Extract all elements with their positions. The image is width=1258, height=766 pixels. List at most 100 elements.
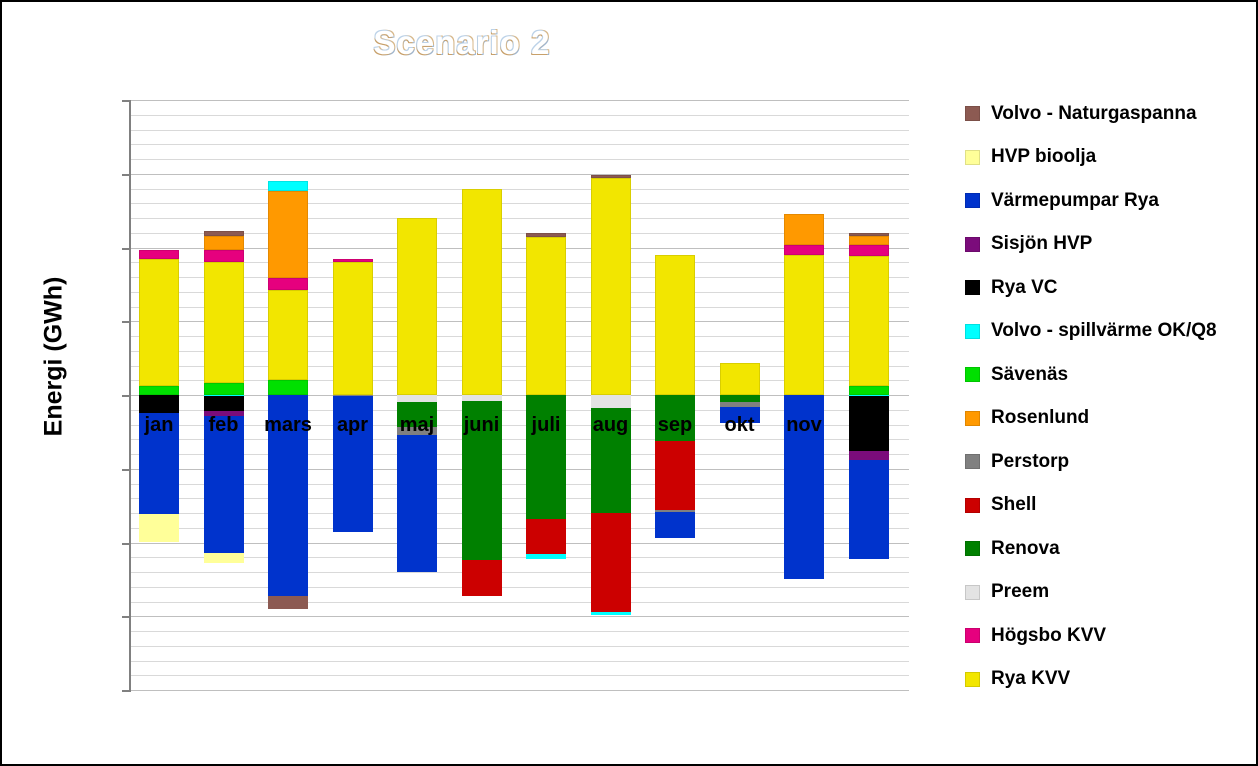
bar-segment[interactable] <box>461 560 502 596</box>
legend-swatch-icon <box>965 193 980 209</box>
bar-segment[interactable] <box>848 256 889 387</box>
bar-column-dec[interactable]: dec <box>848 100 889 690</box>
bar-column-aug[interactable]: aug <box>590 100 631 690</box>
x-axis-label-jan: jan <box>144 414 174 436</box>
bar-segment[interactable] <box>590 611 631 615</box>
bar-segment[interactable] <box>397 395 437 403</box>
bar-segment[interactable] <box>139 386 179 395</box>
bar-column-sep[interactable]: sep <box>655 100 695 690</box>
legend-label: Volvo - Naturgaspanna <box>991 102 1197 124</box>
bar-column-apr[interactable]: apr <box>332 100 373 690</box>
bar-segment[interactable] <box>526 232 566 238</box>
legend-item-7[interactable]: Rosenlund <box>965 397 1255 441</box>
legend-item-0[interactable]: Volvo - Naturgaspanna <box>965 92 1255 136</box>
legend-item-12[interactable]: Högsbo KVV <box>965 614 1255 658</box>
bar-column-mars[interactable]: mars <box>264 100 312 690</box>
bar-column-jan[interactable]: jan <box>139 100 179 690</box>
bar-segment[interactable] <box>268 595 308 609</box>
bar-segment[interactable] <box>719 362 760 395</box>
bar-segment[interactable] <box>655 254 695 395</box>
bar-segment[interactable] <box>784 244 824 255</box>
bar-segment[interactable] <box>719 395 760 403</box>
bar-segment[interactable] <box>590 178 631 395</box>
legend-swatch-icon <box>965 280 980 296</box>
bar-column-nov[interactable]: nov <box>784 100 824 690</box>
bar-segment[interactable] <box>848 244 889 257</box>
legend-item-1[interactable]: HVP bioolja <box>965 136 1255 180</box>
legend-swatch-icon <box>965 236 980 252</box>
bar-segment[interactable] <box>526 554 566 559</box>
legend-label: Sävenäs <box>991 363 1069 385</box>
legend-swatch-icon <box>965 149 980 165</box>
legend-swatch-icon <box>965 628 980 644</box>
legend-item-4[interactable]: Rya VC <box>965 266 1255 310</box>
legend-item-13[interactable]: Rya KVV <box>965 658 1255 702</box>
bar-segment[interactable] <box>203 552 244 564</box>
bar-segment[interactable] <box>268 290 308 381</box>
legend-item-2[interactable]: Värmepumpar Rya <box>965 179 1255 223</box>
x-axis-label-sep: sep <box>657 414 693 436</box>
bar-segment[interactable] <box>461 188 502 395</box>
bar-segment[interactable] <box>655 511 695 539</box>
bar-segment[interactable] <box>590 175 631 179</box>
legend-item-5[interactable]: Volvo - spillvärme OK/Q8 <box>965 310 1255 354</box>
bar-column-okt[interactable]: okt <box>719 100 760 690</box>
legend-item-9[interactable]: Shell <box>965 484 1255 528</box>
bar-segment[interactable] <box>848 386 889 395</box>
bar-segment[interactable] <box>848 232 889 236</box>
y-tick <box>122 690 131 692</box>
legend: Volvo - Naturgaspanna HVP bioolja Värmepum… <box>965 92 1255 701</box>
legend-label: Volvo - spillvärme OK/Q8 <box>991 320 1217 342</box>
bar-segment[interactable] <box>397 434 437 572</box>
legend-item-11[interactable]: Preem <box>965 571 1255 615</box>
x-axis-label-okt: okt <box>724 414 755 436</box>
bar-segment[interactable] <box>655 440 695 511</box>
bar-segment[interactable] <box>784 254 824 395</box>
x-axis-label-apr: apr <box>336 414 369 436</box>
legend-item-10[interactable]: Renova <box>965 527 1255 571</box>
y-tick <box>122 395 131 397</box>
legend-item-6[interactable]: Sävenäs <box>965 353 1255 397</box>
legend-item-8[interactable]: Perstorp <box>965 440 1255 484</box>
legend-item-3[interactable]: Sisjön HVP <box>965 223 1255 267</box>
bar-segment[interactable] <box>268 181 308 192</box>
bar-segment[interactable] <box>332 262 373 395</box>
bar-segment[interactable] <box>848 235 889 245</box>
bar-segment[interactable] <box>203 383 244 395</box>
bar-segment[interactable] <box>526 518 566 555</box>
bar-segment[interactable] <box>590 513 631 612</box>
bar-segment[interactable] <box>139 395 179 413</box>
bar-segment[interactable] <box>203 396 244 412</box>
y-tick <box>122 100 131 102</box>
bar-segment[interactable] <box>848 459 889 559</box>
bar-segment[interactable] <box>203 250 244 263</box>
bar-segment[interactable] <box>268 191 308 279</box>
legend-label: Rosenlund <box>991 407 1090 429</box>
bar-column-maj[interactable]: maj <box>397 100 437 690</box>
legend-swatch-icon <box>965 541 980 557</box>
plot-area: 200150100500-50-100-150-200 janfebmarsap… <box>122 100 909 692</box>
bar-segment[interactable] <box>203 235 244 251</box>
y-tick <box>122 247 131 250</box>
bar-column-juli[interactable]: juli <box>526 100 566 690</box>
bar-segment[interactable] <box>203 231 244 236</box>
y-tick <box>122 468 131 471</box>
bar-segment[interactable] <box>590 395 631 409</box>
x-axis-label-juni: juni <box>463 414 500 436</box>
bar-segment[interactable] <box>397 218 437 395</box>
bar-segment[interactable] <box>268 278 308 291</box>
x-axis-label-juli: juli <box>531 414 561 436</box>
bar-segment[interactable] <box>268 380 308 395</box>
bar-segment[interactable] <box>139 514 179 543</box>
bar-segment[interactable] <box>332 259 373 263</box>
legend-label: Shell <box>991 494 1037 516</box>
bar-column-juni[interactable]: juni <box>461 100 502 690</box>
bar-segment[interactable] <box>784 213 824 245</box>
legend-swatch-icon <box>965 106 980 122</box>
bar-segment[interactable] <box>526 237 566 395</box>
bar-segment[interactable] <box>139 259 179 387</box>
bar-segment[interactable] <box>848 451 889 460</box>
bar-segment[interactable] <box>203 262 244 384</box>
bar-column-feb[interactable]: feb <box>203 100 244 690</box>
bar-segment[interactable] <box>139 250 179 260</box>
